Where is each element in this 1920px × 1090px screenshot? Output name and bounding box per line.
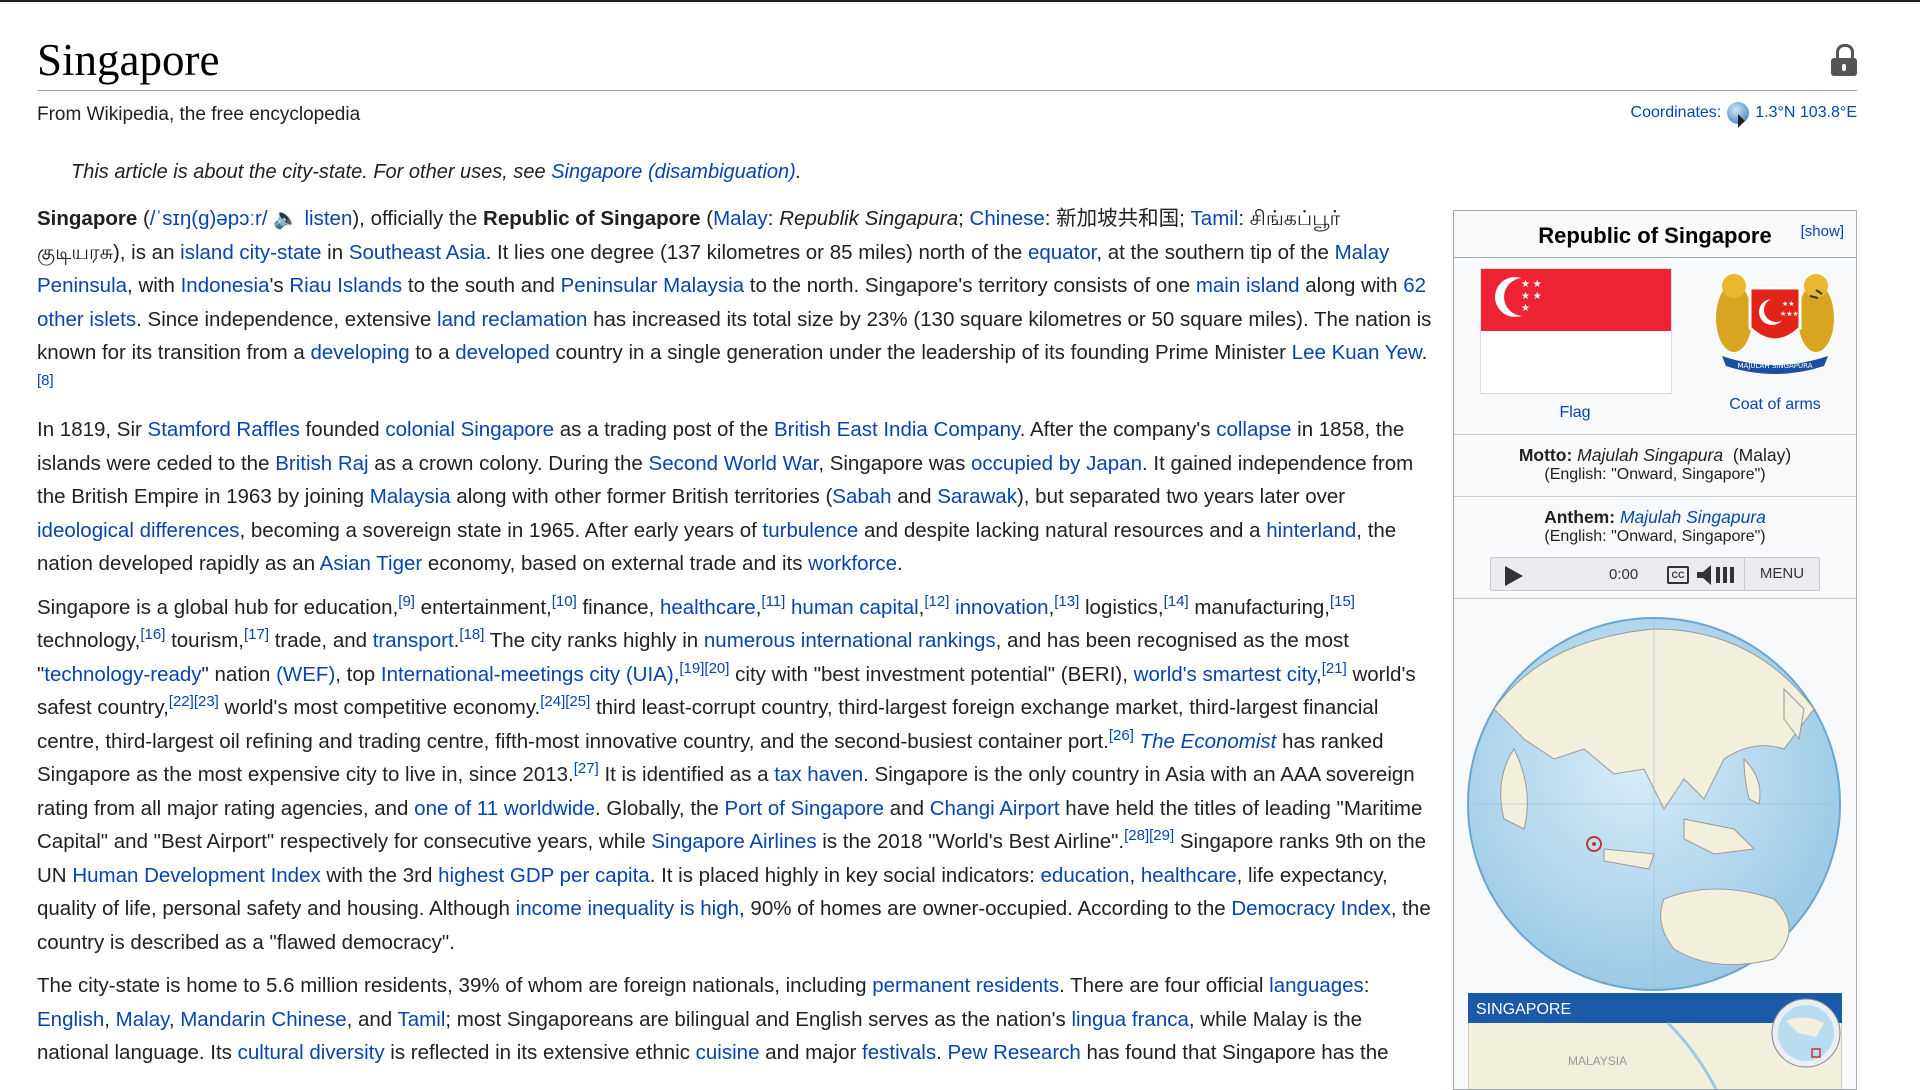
anthem-label: Anthem: [1544, 507, 1616, 527]
paragraph-economy: Singapore is a global hub for education,… [37, 592, 1431, 954]
map-country-label: MALAYSIA [1568, 1054, 1627, 1068]
anthem-english: (English: "Onward, Singapore") [1544, 528, 1766, 545]
motto-label: Motto: [1518, 445, 1573, 465]
infobox-anthem: Anthem: Majulah Singapura (English: "Onw… [1454, 497, 1856, 599]
page-title: Singapore [37, 32, 1857, 91]
infobox-show-link[interactable]: [show] [1801, 223, 1844, 240]
motto-english: (English: "Onward, Singapore") [1544, 466, 1766, 483]
coa-banner-text: MAJULAH SINGAPURA [1737, 362, 1812, 370]
flag-link[interactable]: Flag [1480, 404, 1670, 422]
orthographic-map[interactable] [1454, 599, 1856, 997]
article-page: Singapore From Wikipedia, the free encyc… [37, 2, 1857, 1090]
player-time: 0:00 [1609, 566, 1639, 583]
anthem-link[interactable]: Majulah Singapura [1620, 507, 1766, 527]
lock-icon[interactable] [1831, 44, 1857, 76]
locator-map[interactable]: SINGAPORE MALAYSIA [1467, 992, 1843, 1089]
infobox-images: ★ ★ ★ ★ ★ Flag ★★ ★★★ MAJULAH SINGAPURA C… [1454, 258, 1856, 435]
site-subtitle: From Wikipedia, the free encyclopedia [37, 104, 361, 125]
coat-of-arms-image[interactable]: ★★ ★★★ MAJULAH SINGAPURA [1712, 270, 1838, 378]
infobox-motto: Motto: Majulah Singapura (Malay) (Englis… [1454, 435, 1856, 497]
map-title-text: SINGAPORE [1476, 1001, 1571, 1018]
paragraph-demographics: The city-state is home to 5.6 million re… [37, 974, 1389, 1064]
hatnote: This article is about the city-state. Fo… [71, 161, 801, 184]
disambiguation-link[interactable]: Singapore (disambiguation) [551, 161, 796, 183]
cc-icon[interactable]: CC [1667, 566, 1689, 584]
play-icon[interactable] [1505, 566, 1523, 586]
infobox: Republic of Singapore [show] ★ ★ ★ ★ ★ Fl… [1453, 210, 1857, 1090]
audio-player: 0:00 CC MENU [1490, 557, 1820, 591]
motto-lang: (Malay) [1732, 445, 1792, 465]
flag-image[interactable]: ★ ★ ★ ★ ★ [1480, 268, 1672, 394]
hatnote-suffix: . [795, 161, 802, 183]
globe-icon[interactable] [1727, 102, 1750, 124]
paragraph-intro: Singapore (/ˈsɪŋ(ɡ)əpɔːr/ 🔈 listen), off… [37, 207, 1432, 389]
paragraph-history: In 1819, Sir Stamford Raffles founded co… [37, 418, 1414, 575]
svg-text:★★: ★★ [1782, 300, 1795, 308]
svg-text:★★★: ★★★ [1780, 310, 1799, 318]
hatnote-prefix: This article is about the city-state. Fo… [71, 161, 552, 183]
locator-map-image: SINGAPORE MALAYSIA [1467, 992, 1843, 1089]
coordinates-value[interactable]: 1.3°N 103.8°E [1755, 104, 1857, 122]
infobox-title: Republic of Singapore [1538, 223, 1772, 248]
player-menu-button[interactable]: MENU [1744, 558, 1819, 590]
article-body: Singapore (/ˈsɪŋ(ɡ)əpɔːr/ 🔈 listen), off… [37, 202, 1433, 1080]
globe-map-image [1467, 617, 1841, 991]
page-title-text: Singapore [37, 35, 220, 85]
infobox-header: Republic of Singapore [show] [1454, 211, 1856, 258]
coordinates-label[interactable]: Coordinates: [1631, 104, 1722, 122]
coat-of-arms-link[interactable]: Coat of arms [1704, 396, 1846, 414]
motto-value: Majulah Singapura [1577, 445, 1724, 465]
coordinates: Coordinates: 1.3°N 103.8°E [1631, 102, 1857, 124]
volume-icon[interactable] [1695, 564, 1741, 586]
